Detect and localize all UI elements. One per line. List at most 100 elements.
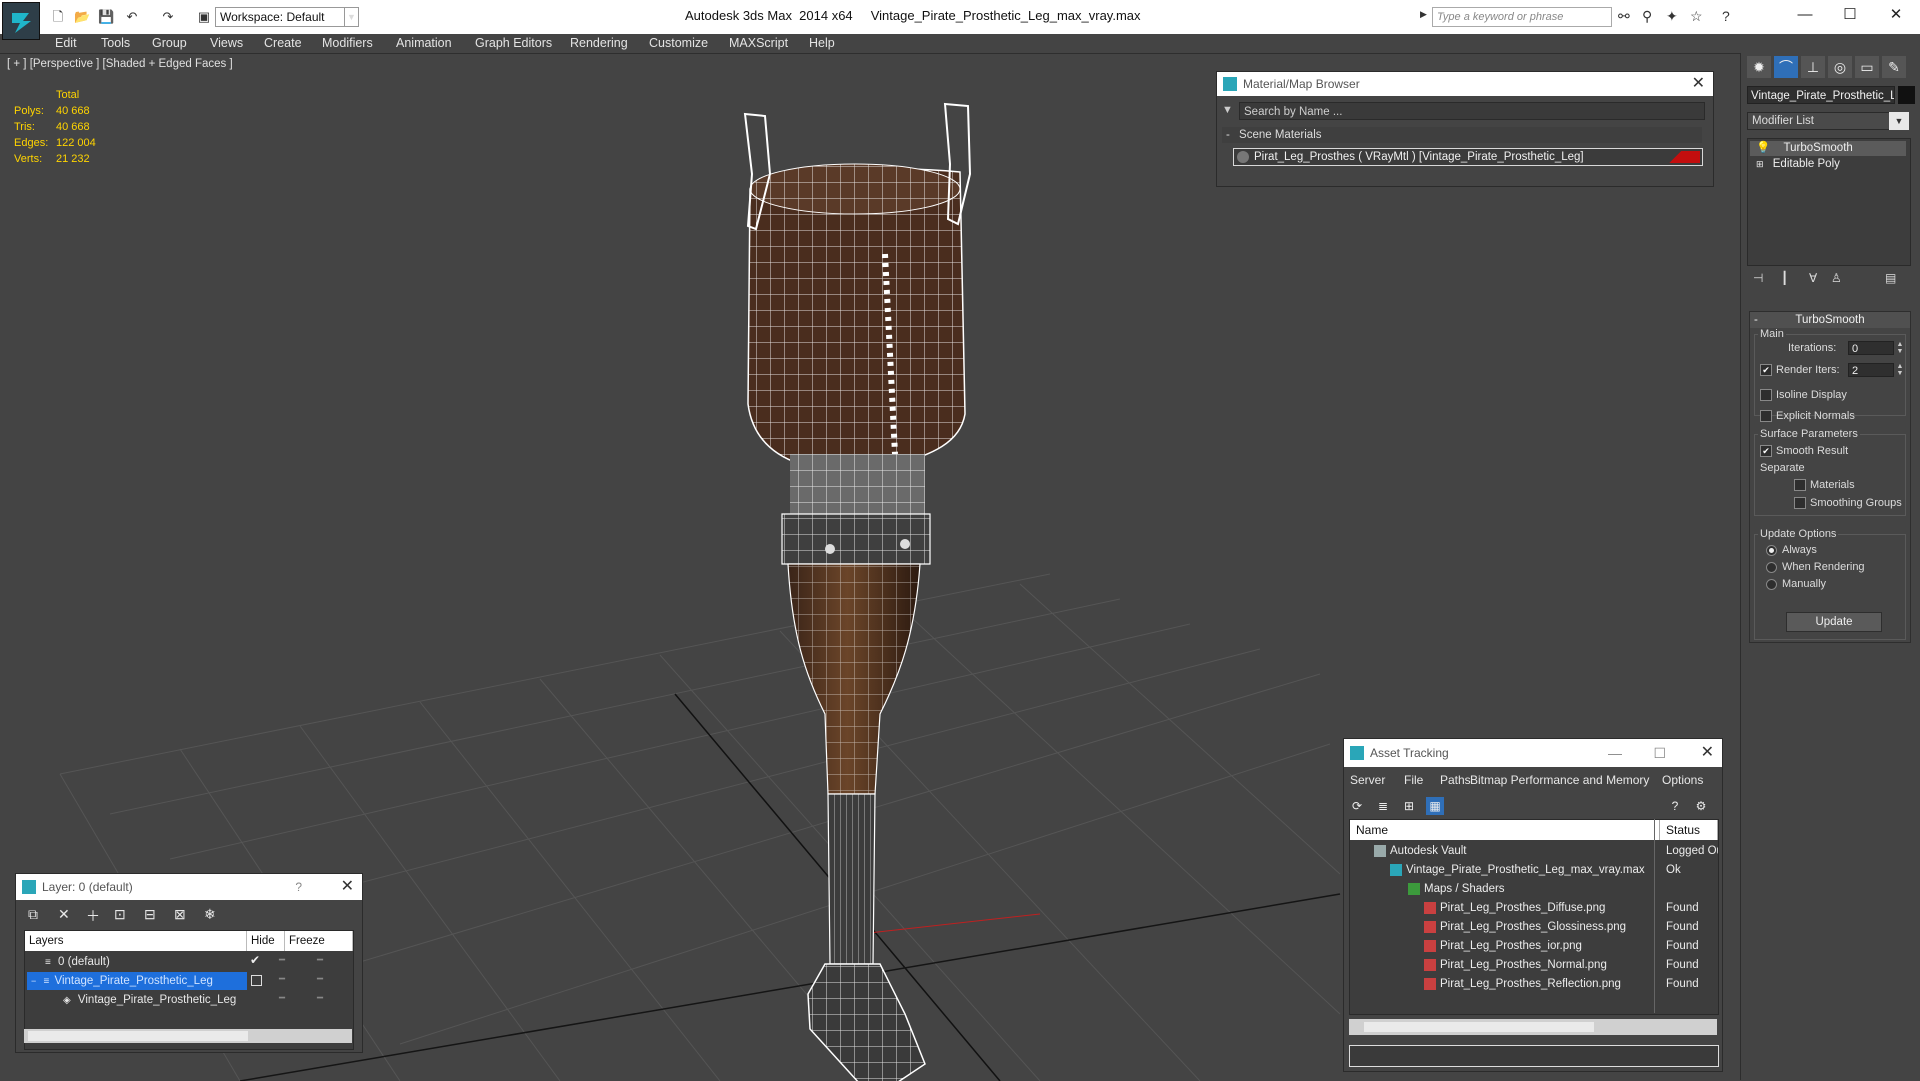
asset-row[interactable]: Pirat_Leg_Prosthes_Normal.png Found: [1350, 956, 1718, 975]
make-unique-icon[interactable]: ∀: [1809, 271, 1817, 285]
menu-help[interactable]: Help: [809, 34, 835, 52]
table-view-icon[interactable]: ▦: [1426, 797, 1444, 815]
undo-icon[interactable]: ↶: [124, 9, 140, 25]
utilities-tab-icon[interactable]: ✎: [1882, 56, 1906, 78]
collapse-icon[interactable]: -: [1754, 312, 1758, 328]
asset-row[interactable]: Pirat_Leg_Prosthes_ior.png Found: [1350, 937, 1718, 956]
redo-icon[interactable]: ↷: [160, 9, 176, 25]
help-icon[interactable]: ?: [1666, 797, 1684, 815]
scene-materials-group[interactable]: - Scene Materials: [1222, 127, 1702, 143]
col-status[interactable]: Status: [1660, 820, 1718, 840]
scrollbar-thumb[interactable]: [1364, 1022, 1594, 1032]
layer-object-row[interactable]: ◈ Vintage_Pirate_Prosthetic_Leg: [27, 991, 247, 1009]
col-freeze[interactable]: Freeze: [285, 931, 353, 951]
render-iters-checkbox[interactable]: ✔: [1760, 364, 1772, 376]
close-icon[interactable]: ✕: [1701, 739, 1714, 767]
favorites-star-icon[interactable]: ☆: [1690, 8, 1703, 25]
menu-rendering[interactable]: Rendering: [570, 34, 628, 52]
create-layer-icon[interactable]: ⧉: [28, 906, 38, 923]
menu-options[interactable]: Options: [1662, 773, 1703, 787]
menu-file[interactable]: File: [1404, 773, 1423, 787]
minimize-icon[interactable]: —: [1608, 739, 1622, 767]
minimize-button[interactable]: —: [1785, 4, 1825, 26]
object-name-field[interactable]: Vintage_Pirate_Prosthetic_Leg: [1747, 86, 1895, 104]
spinner-arrows-icon[interactable]: ▲ ▼: [1895, 363, 1905, 377]
freeze-all-layers-icon[interactable]: ❄: [204, 906, 216, 923]
menu-bitmap-performance[interactable]: Bitmap Performance and Memory: [1470, 773, 1649, 787]
always-radio[interactable]: [1766, 545, 1777, 556]
delete-layer-icon[interactable]: ✕: [58, 906, 70, 923]
col-hide[interactable]: Hide: [247, 931, 285, 951]
asset-tracking-header[interactable]: Asset Tracking — ☐ ✕: [1344, 739, 1722, 767]
material-item[interactable]: Pirat_Leg_Prosthes ( VRayMtl ) [Vintage_…: [1233, 148, 1703, 166]
smoothing-groups-checkbox[interactable]: [1794, 497, 1806, 509]
search-input[interactable]: Type a keyword or phrase: [1432, 7, 1612, 27]
modify-tab-icon[interactable]: ⌒: [1774, 56, 1798, 78]
menu-edit[interactable]: Edit: [55, 34, 77, 52]
display-tab-icon[interactable]: ▭: [1855, 56, 1879, 78]
help-icon[interactable]: ?: [1722, 8, 1730, 24]
explicit-normals-checkbox[interactable]: [1760, 410, 1772, 422]
menu-server[interactable]: Server: [1350, 773, 1385, 787]
col-layers[interactable]: Layers: [25, 931, 247, 951]
close-button[interactable]: ✕: [341, 874, 354, 900]
show-end-result-icon[interactable]: ┃: [1781, 271, 1788, 285]
asset-row[interactable]: Maps / Shaders: [1350, 880, 1718, 899]
manually-radio[interactable]: [1766, 579, 1777, 590]
asset-row[interactable]: Autodesk Vault Logged Ou: [1350, 842, 1718, 861]
workspace-dropdown[interactable]: Workspace: Default: [215, 7, 345, 27]
close-button[interactable]: ✕: [1876, 4, 1916, 26]
maximize-button[interactable]: ☐: [1830, 4, 1870, 26]
chevron-down-icon[interactable]: ▼: [1889, 112, 1909, 130]
menu-customize[interactable]: Customize: [649, 34, 708, 52]
hide-toggle[interactable]: ━: [279, 993, 285, 1004]
object-color-swatch[interactable]: [1898, 86, 1915, 104]
motion-tab-icon[interactable]: ◎: [1828, 56, 1852, 78]
freeze-toggle[interactable]: ━: [317, 993, 323, 1004]
open-file-icon[interactable]: 📂: [74, 9, 90, 25]
menu-group[interactable]: Group: [152, 34, 187, 52]
help-button[interactable]: ?: [295, 874, 302, 900]
set-active-layer-box[interactable]: [251, 975, 262, 986]
update-button[interactable]: Update: [1786, 612, 1882, 632]
create-tab-icon[interactable]: ✹: [1747, 56, 1771, 78]
filter-icon[interactable]: ▼: [1222, 104, 1233, 116]
app-menu-button[interactable]: [2, 2, 40, 40]
hide-all-layers-icon[interactable]: ⊠: [174, 906, 186, 923]
scrollbar-thumb[interactable]: [28, 1031, 248, 1041]
close-icon[interactable]: ✕: [1692, 72, 1705, 96]
asset-row[interactable]: Pirat_Leg_Prosthes_Reflection.png Found: [1350, 975, 1718, 994]
asset-row[interactable]: Vintage_Pirate_Prosthetic_Leg_max_vray.m…: [1350, 861, 1718, 880]
new-file-icon[interactable]: 🗋: [50, 9, 66, 25]
save-file-icon[interactable]: 💾: [98, 9, 114, 25]
pin-stack-icon[interactable]: ⊣: [1753, 271, 1763, 285]
render-iters-spinner[interactable]: 2: [1848, 363, 1894, 377]
menu-animation[interactable]: Animation: [396, 34, 452, 52]
chevron-down-icon[interactable]: ▼: [345, 7, 359, 27]
list-view-icon[interactable]: ≣: [1374, 797, 1392, 815]
remove-modifier-icon[interactable]: ♙: [1831, 271, 1842, 285]
subscription-icon[interactable]: ✦: [1666, 8, 1678, 25]
hide-toggle[interactable]: ━: [279, 955, 285, 966]
refresh-icon[interactable]: ⟳: [1348, 797, 1366, 815]
add-to-layer-icon[interactable]: ＋: [86, 906, 100, 926]
smooth-result-checkbox[interactable]: ✔: [1760, 445, 1772, 457]
expand-plus-icon[interactable]: ⊞: [1756, 159, 1764, 169]
maximize-icon[interactable]: ☐: [1653, 739, 1666, 767]
expand-minus-icon[interactable]: −: [31, 976, 36, 986]
spinner-arrows-icon[interactable]: ▲ ▼: [1895, 341, 1905, 355]
material-browser-header[interactable]: Material/Map Browser ✕: [1217, 72, 1713, 96]
tree-view-icon[interactable]: ⊞: [1400, 797, 1418, 815]
when-rendering-radio[interactable]: [1766, 562, 1777, 573]
settings-icon[interactable]: ⚙: [1692, 797, 1710, 815]
stack-item-editable-poly[interactable]: ⊞ Editable Poly: [1750, 157, 1906, 172]
select-in-layer-icon[interactable]: ⊡: [114, 906, 126, 923]
highlight-layer-icon[interactable]: ⊟: [144, 906, 156, 923]
layer-row-default[interactable]: ≡ 0 (default): [27, 953, 247, 971]
hide-toggle[interactable]: ━: [279, 974, 285, 985]
search-icon[interactable]: ⚲: [1642, 8, 1652, 25]
rollout-header[interactable]: - TurboSmooth: [1750, 312, 1910, 328]
layer-row-vintage-pirate[interactable]: − ≡ Vintage_Pirate_Prosthetic_Leg: [27, 972, 247, 990]
asset-row[interactable]: Pirat_Leg_Prosthes_Diffuse.png Found: [1350, 899, 1718, 918]
col-name[interactable]: Name: [1350, 820, 1660, 840]
